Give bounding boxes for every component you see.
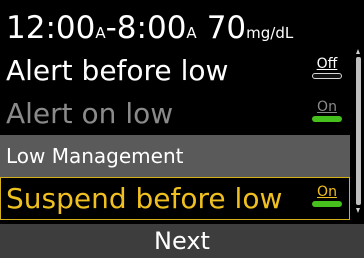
toggle-on-bar bbox=[312, 201, 342, 207]
end-ampm: A bbox=[186, 24, 197, 42]
toggle-on-bar bbox=[312, 116, 342, 122]
alert-before-low-label: Alert before low bbox=[6, 54, 229, 87]
end-time: 8:00 bbox=[116, 10, 187, 46]
low-settings-screen: 12:00 A - 8:00 A 70 mg/dL Alert before l… bbox=[0, 0, 364, 258]
start-time: 12:00 bbox=[6, 10, 96, 46]
alert-before-low-item[interactable]: Alert before low Off bbox=[0, 49, 350, 92]
toggle-state-text: Off bbox=[316, 56, 338, 72]
scroll-thumb[interactable] bbox=[356, 57, 361, 205]
suspend-before-low-toggle[interactable]: On bbox=[312, 184, 342, 212]
time-dash: - bbox=[105, 10, 117, 46]
scroll-up-arrow-icon bbox=[356, 49, 360, 54]
glucose-limit-value: 70 bbox=[206, 10, 247, 46]
start-ampm: A bbox=[95, 24, 106, 42]
low-management-section-header: Low Management bbox=[0, 135, 350, 177]
scrollbar[interactable] bbox=[356, 49, 361, 213]
alert-on-low-toggle[interactable]: On bbox=[312, 99, 342, 127]
alert-before-low-toggle[interactable]: Off bbox=[312, 56, 342, 84]
time-range-header: 12:00 A - 8:00 A 70 mg/dL bbox=[6, 10, 293, 46]
toggle-state-text: On bbox=[317, 184, 337, 200]
scroll-down-arrow-icon bbox=[356, 208, 360, 213]
suspend-before-low-item[interactable]: Suspend before low On bbox=[0, 177, 350, 220]
toggle-state-text: On bbox=[317, 99, 337, 115]
alert-on-low-item[interactable]: Alert on low On bbox=[0, 92, 350, 135]
section-title: Low Management bbox=[6, 144, 184, 168]
glucose-unit: mg/dL bbox=[246, 24, 294, 42]
suspend-before-low-label: Suspend before low bbox=[6, 182, 283, 215]
alert-on-low-label: Alert on low bbox=[6, 97, 174, 130]
next-button[interactable]: Next bbox=[0, 224, 364, 258]
toggle-off-bar bbox=[312, 73, 342, 79]
